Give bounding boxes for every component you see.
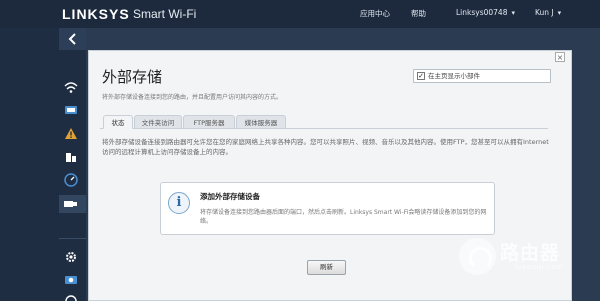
user-name: Kun J — [535, 8, 554, 17]
page-title: 外部存储 — [102, 68, 163, 86]
card-title: 添加外部存储设备 — [200, 192, 260, 201]
parental-icon[interactable] — [64, 150, 78, 164]
nav-user-menu[interactable]: Kun J ▾ — [535, 8, 561, 17]
alert-icon[interactable] — [64, 126, 78, 140]
page-subtitle: 将外部存储设备连接到您的路由，并且配置用户访问其内容的方式。 — [102, 94, 283, 101]
rail-divider — [59, 238, 86, 239]
tab-status[interactable]: 状态 — [103, 115, 133, 129]
tab-folder-access[interactable]: 文件夹访问 — [134, 115, 182, 129]
camera-icon[interactable] — [64, 272, 78, 286]
settings-icon[interactable] — [64, 250, 78, 264]
refresh-button[interactable]: 刷新 — [307, 260, 346, 275]
security-icon[interactable] — [64, 292, 78, 301]
card-text: 将存储设备连接到您路由器后面的端口，然后点击刷新。Linksys Smart W… — [200, 209, 487, 225]
close-icon[interactable]: × — [555, 52, 565, 62]
usb-icon[interactable] — [64, 197, 78, 211]
network-icon[interactable] — [64, 80, 78, 94]
tab-ftp-server[interactable]: FTP服务器 — [183, 115, 235, 129]
description-text: 将外部存储设备连接到路由器可允许您在您的家庭网络上共享各种内容。您可以共享照片、… — [102, 138, 549, 156]
devices-icon[interactable] — [64, 103, 78, 117]
watermark-url: luyouqi.com — [515, 263, 564, 271]
nav-app-center[interactable]: 应用中心 — [360, 8, 390, 19]
brand-subtitle: Smart Wi-Fi — [133, 7, 197, 21]
router-name: Linksys00748 — [456, 8, 508, 17]
chevron-down-icon: ▾ — [511, 9, 515, 17]
chevron-left-icon — [68, 33, 76, 45]
checkbox-icon: ✓ — [417, 72, 425, 80]
tab-media-server[interactable]: 媒体服务器 — [236, 115, 286, 129]
top-header: LINKSYS Smart Wi-Fi 应用中心 帮助 Linksys00748… — [0, 0, 600, 28]
nav-router-menu[interactable]: Linksys00748 ▾ — [456, 8, 515, 17]
show-on-home-checkbox[interactable]: ✓ 在主页显示小部件 — [413, 69, 551, 83]
back-button[interactable] — [59, 28, 86, 50]
nav-help[interactable]: 帮助 — [411, 8, 426, 19]
speed-icon[interactable] — [64, 173, 78, 187]
chevron-down-icon: ▾ — [557, 9, 562, 17]
brand-logo[interactable]: LINKSYS — [62, 6, 130, 22]
watermark-name: 路由器 — [500, 242, 561, 264]
show-on-home-label: 在主页显示小部件 — [428, 72, 480, 80]
info-icon: i — [168, 192, 190, 214]
watermark-logo-icon — [459, 238, 496, 275]
